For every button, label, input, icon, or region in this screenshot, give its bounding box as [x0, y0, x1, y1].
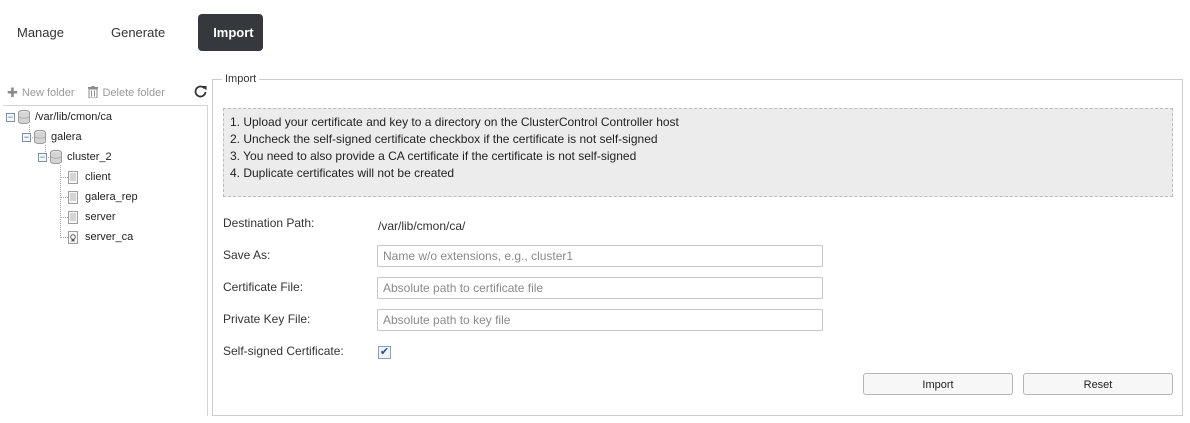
certificate-file-label: Certificate File:: [223, 280, 304, 294]
tree-toolbar: ✚ New folder Delete folder: [3, 82, 207, 104]
tab-generate[interactable]: Generate: [96, 14, 180, 51]
database-icon: [34, 130, 46, 144]
tab-import[interactable]: Import: [198, 14, 264, 51]
save-as-input[interactable]: [377, 245, 823, 267]
tree-node-root[interactable]: − /var/lib/cmon/ca: [6, 108, 112, 126]
destination-path-label: Destination Path:: [223, 216, 315, 230]
tree-file-label: server_ca: [85, 231, 134, 243]
tree-file-server-ca[interactable]: server_ca: [68, 228, 133, 246]
private-key-file-label: Private Key File:: [223, 312, 311, 326]
document-icon: [68, 170, 78, 184]
tree-file-galera-rep[interactable]: galera_rep: [68, 188, 138, 206]
certificate-icon: [68, 230, 78, 244]
tree-node-label: cluster_2: [67, 151, 112, 163]
database-icon: [50, 150, 62, 164]
self-signed-checkbox[interactable]: ✔: [378, 346, 391, 359]
instruction-line: 4. Duplicate certificates will not be cr…: [230, 166, 455, 180]
destination-path-value: /var/lib/cmon/ca/: [378, 219, 466, 233]
collapse-icon[interactable]: −: [6, 112, 15, 122]
new-folder-button[interactable]: ✚ New folder: [7, 85, 74, 101]
tree-node-cluster[interactable]: − cluster_2: [38, 148, 112, 166]
trash-icon: [88, 85, 99, 101]
reset-button[interactable]: Reset: [1023, 373, 1173, 395]
private-key-file-input[interactable]: [377, 309, 823, 331]
instruction-line: 3. You need to also provide a CA certifi…: [230, 149, 637, 163]
tree-file-label: server: [85, 211, 116, 223]
collapse-icon[interactable]: −: [22, 132, 31, 142]
import-legend: Import: [222, 73, 260, 85]
checkmark-icon: ✔: [379, 346, 390, 358]
instruction-line: 2. Uncheck the self-signed certificate c…: [230, 132, 658, 146]
refresh-icon[interactable]: [194, 85, 207, 102]
tree-node-label: /var/lib/cmon/ca: [35, 111, 113, 123]
delete-folder-label: Delete folder: [102, 87, 165, 99]
tree-file-label: client: [85, 171, 111, 183]
self-signed-label: Self-signed Certificate:: [223, 344, 344, 358]
collapse-icon[interactable]: −: [38, 152, 47, 162]
new-folder-label: New folder: [21, 87, 75, 99]
save-as-label: Save As:: [223, 248, 271, 262]
certificate-tree: − /var/lib/cmon/ca − galera − cluster_2: [3, 105, 208, 416]
import-button[interactable]: Import: [863, 373, 1013, 395]
document-icon: [68, 210, 78, 224]
tab-manage[interactable]: Manage: [2, 14, 79, 51]
top-tabs: Manage Generate Import: [0, 14, 264, 51]
instructions-box: 1. Upload your certificate and key to a …: [223, 108, 1173, 197]
database-icon: [18, 110, 30, 124]
tree-file-server[interactable]: server: [68, 208, 116, 226]
document-icon: [68, 190, 78, 204]
tree-file-client[interactable]: client: [68, 168, 111, 186]
delete-folder-button[interactable]: Delete folder: [88, 85, 165, 101]
tree-file-label: galera_rep: [85, 191, 138, 203]
instruction-line: 1. Upload your certificate and key to a …: [230, 115, 679, 129]
tree-node-galera[interactable]: − galera: [22, 128, 82, 146]
certificate-file-input[interactable]: [377, 277, 823, 299]
plus-icon: ✚: [7, 85, 18, 100]
tree-node-label: galera: [51, 131, 82, 143]
